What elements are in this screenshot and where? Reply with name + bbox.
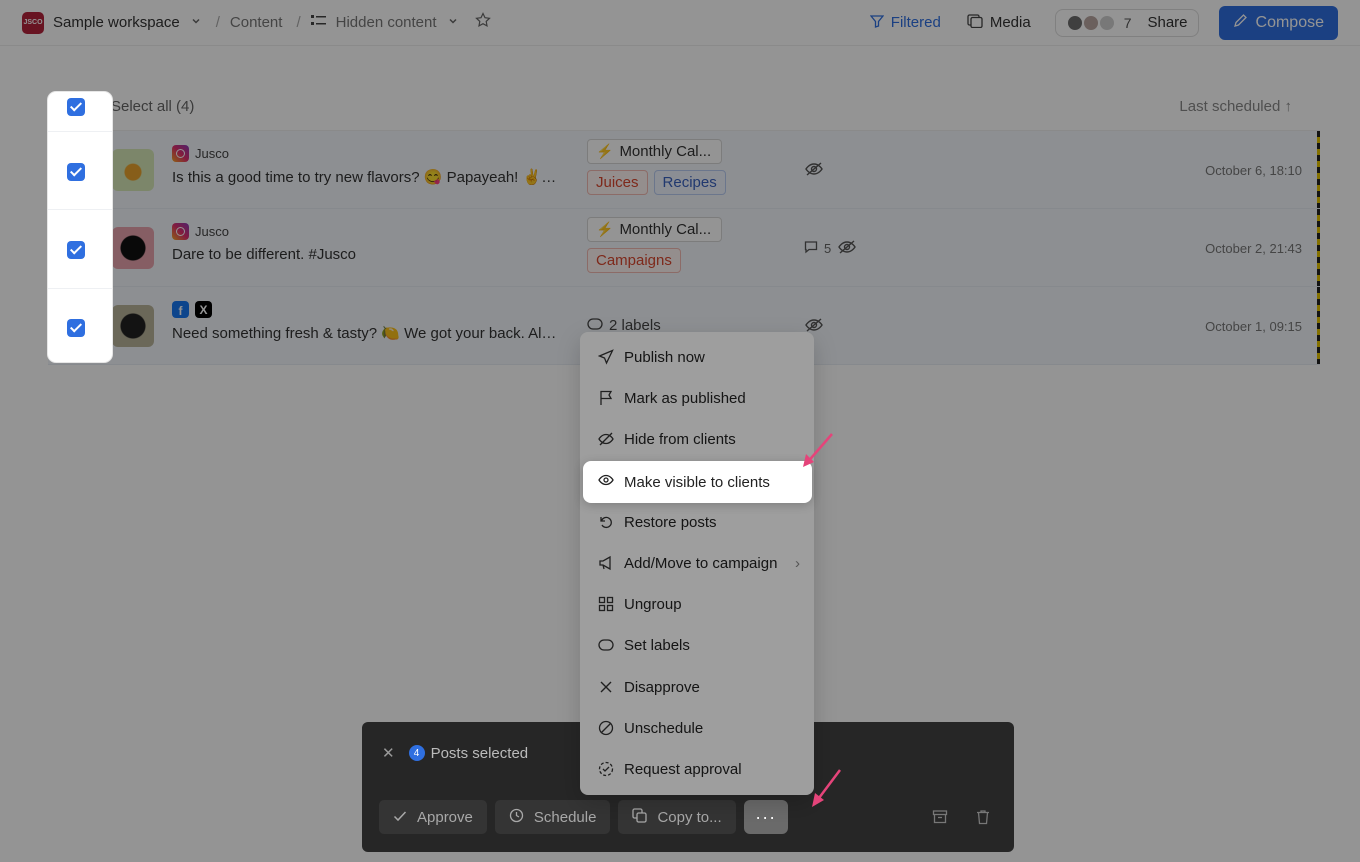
menu-item-label: Disapprove [624, 678, 700, 696]
menu-item-label: Publish now [624, 348, 705, 366]
divider [48, 288, 112, 289]
schedule-button[interactable]: Schedule [494, 800, 611, 834]
menu-item-request-approval[interactable]: Request approval [580, 751, 814, 787]
checkbox-column [48, 92, 112, 362]
schedule-label: Schedule [533, 808, 597, 826]
approve-button[interactable]: Approve [379, 800, 487, 834]
unschedule-icon [598, 720, 614, 736]
menu-item-set-labels[interactable]: Set labels [580, 627, 814, 663]
menu-item-label: Add/Move to campaign [624, 554, 778, 572]
flag-icon [598, 390, 614, 406]
menu-item-label: Unschedule [624, 719, 704, 737]
chevron-right-icon: › [795, 554, 800, 572]
menu-item-label: Ungroup [624, 595, 682, 613]
selection-summary: ✕ 4 Posts selected [382, 744, 529, 763]
menu-item-label: Set labels [624, 636, 690, 654]
archive-icon[interactable] [932, 809, 948, 830]
menu-item-label: Make visible to clients [624, 473, 770, 491]
menu-item-add-move-campaign[interactable]: Add/Move to campaign › [580, 545, 814, 581]
more-actions-button[interactable]: ··· [743, 800, 788, 834]
divider [48, 131, 112, 132]
select-all-checkbox[interactable] [67, 98, 85, 116]
more-actions-menu: Publish now Mark as published Hide from … [580, 332, 814, 795]
close-icon[interactable]: ✕ [382, 744, 395, 762]
secondary-actions [932, 809, 990, 830]
annotation-arrow-icon [812, 769, 841, 807]
menu-item-restore-posts[interactable]: Restore posts [580, 504, 814, 540]
menu-item-label: Request approval [624, 760, 742, 778]
approve-label: Approve [417, 808, 473, 826]
menu-item-label: Hide from clients [624, 430, 736, 448]
menu-item-mark-as-published[interactable]: Mark as published [580, 380, 814, 416]
megaphone-icon [598, 555, 614, 571]
clock-icon [509, 808, 524, 827]
request-approval-icon [598, 761, 614, 777]
row-checkbox[interactable] [67, 163, 85, 181]
menu-item-label: Restore posts [624, 513, 717, 531]
action-buttons: Approve Schedule Copy to... ··· [379, 800, 788, 834]
eye-off-icon [598, 431, 614, 447]
menu-item-ungroup[interactable]: Ungroup [580, 586, 814, 622]
eye-icon [598, 472, 614, 492]
menu-item-publish-now[interactable]: Publish now [580, 339, 814, 375]
label-icon [598, 637, 614, 653]
selected-label: Posts selected [430, 744, 529, 762]
copy-icon [632, 807, 648, 827]
menu-item-label: Mark as published [624, 389, 746, 407]
row-checkbox[interactable] [67, 241, 85, 259]
grid-icon [598, 596, 614, 612]
menu-item-hide-from-clients[interactable]: Hide from clients [580, 421, 814, 457]
selected-count-badge: 4 [408, 745, 425, 761]
copy-to-label: Copy to... [657, 808, 722, 826]
trash-icon[interactable] [976, 809, 990, 830]
menu-item-disapprove[interactable]: Disapprove [580, 669, 814, 705]
x-icon [598, 679, 614, 695]
send-icon [598, 349, 614, 365]
copy-to-button[interactable]: Copy to... [618, 800, 736, 834]
menu-item-unschedule[interactable]: Unschedule [580, 710, 814, 746]
divider [48, 209, 112, 210]
row-checkbox[interactable] [67, 319, 85, 337]
check-icon [393, 809, 407, 826]
annotation-arrow-icon [803, 433, 833, 467]
restore-icon [598, 514, 614, 530]
menu-item-make-visible-highlight[interactable]: Make visible to clients [583, 461, 812, 503]
